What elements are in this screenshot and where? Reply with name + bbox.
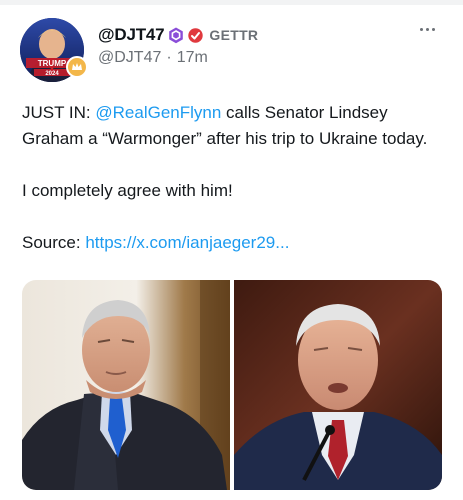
author-handle[interactable]: @DJT47 [98, 49, 161, 67]
post-timestamp: 17m [176, 49, 208, 66]
photo-left[interactable] [22, 280, 230, 490]
top-divider [0, 0, 463, 5]
svg-text:2024: 2024 [45, 71, 59, 77]
post-paragraph-1: JUST IN: @RealGenFlynn calls Senator Lin… [22, 100, 442, 152]
crown-icon [66, 56, 88, 78]
post-source: Source: https://x.com/ianjaeger29... [22, 230, 442, 256]
handle-row: @DJT47 · 17m [98, 49, 208, 67]
mention-link[interactable]: @RealGenFlynn [95, 103, 221, 122]
separator-dot: · [166, 49, 172, 66]
source-label: Source: [22, 233, 86, 252]
post-body: JUST IN: @RealGenFlynn calls Senator Lin… [22, 100, 442, 256]
photo-right[interactable] [234, 280, 442, 490]
post-paragraph-2: I completely agree with him! [22, 181, 233, 200]
platform-label: GETTR [209, 27, 259, 43]
media-gallery [22, 280, 442, 490]
verified-badge-icon [168, 27, 184, 44]
author-row: @DJT47 GETTR [98, 23, 258, 47]
gettr-logo-icon [188, 27, 204, 43]
more-options-icon[interactable] [420, 28, 435, 31]
text-lead: JUST IN: [22, 103, 96, 122]
author-name[interactable]: @DJT47 [98, 25, 165, 45]
source-link[interactable]: https://x.com/ianjaeger29... [85, 233, 289, 252]
svg-text:TRUMP: TRUMP [38, 59, 67, 68]
